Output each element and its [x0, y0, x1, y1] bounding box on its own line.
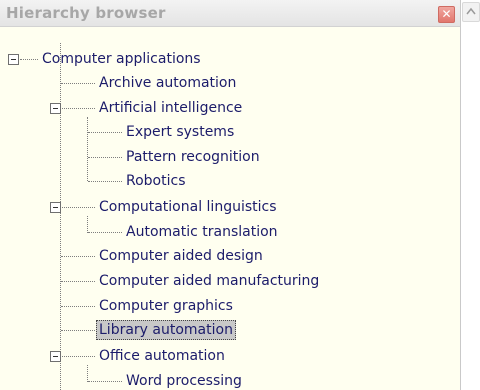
collapse-icon[interactable] [50, 351, 61, 362]
tree-item[interactable]: Computer aided manufacturing [99, 272, 319, 290]
tree-line [61, 306, 95, 307]
tree-view: Computer applications Archive automation… [0, 26, 460, 390]
tree-line [87, 365, 88, 382]
tree-item[interactable]: Expert systems [126, 123, 234, 141]
tree-line [62, 108, 95, 109]
tree-line [61, 281, 95, 282]
tree-line [87, 117, 88, 181]
tree-item[interactable]: Pattern recognition [126, 148, 260, 166]
tree-line [60, 43, 61, 390]
tree-line [62, 356, 95, 357]
tree-line [61, 330, 95, 331]
tree-item[interactable]: Automatic translation [126, 223, 278, 241]
chevron-up-icon [466, 7, 476, 15]
titlebar: Hierarchy browser ✕ [0, 0, 460, 27]
tree-line [88, 132, 122, 133]
hierarchy-browser-panel: Hierarchy browser ✕ Computer application… [0, 0, 461, 390]
tree-line [61, 256, 95, 257]
collapse-icon[interactable] [8, 54, 19, 65]
tree-item[interactable]: Artificial intelligence [99, 99, 242, 117]
close-button[interactable]: ✕ [438, 6, 455, 23]
tree-line [61, 83, 95, 84]
collapse-icon[interactable] [50, 202, 61, 213]
tree-item[interactable]: Computer aided design [99, 247, 263, 265]
tree-line [88, 181, 122, 182]
tree-item[interactable]: Computer graphics [99, 297, 233, 315]
tree-line [88, 232, 122, 233]
tree-item[interactable]: Office automation [99, 347, 225, 365]
tree-item[interactable]: Word processing [126, 372, 242, 390]
tree-item[interactable]: Robotics [126, 172, 186, 190]
tree-item-root[interactable]: Computer applications [42, 50, 201, 68]
tree-item[interactable]: Archive automation [99, 74, 236, 92]
tree-line [20, 59, 38, 60]
tree-line [88, 157, 122, 158]
tree-line [87, 216, 88, 233]
tree-line [62, 207, 95, 208]
collapse-icon[interactable] [50, 103, 61, 114]
panel-title: Hierarchy browser [6, 4, 166, 22]
tree-line [88, 381, 122, 382]
tree-item[interactable]: Computational linguistics [99, 198, 277, 216]
scroll-up-button[interactable] [462, 2, 480, 22]
tree-item-selected[interactable]: Library automation [96, 320, 236, 340]
